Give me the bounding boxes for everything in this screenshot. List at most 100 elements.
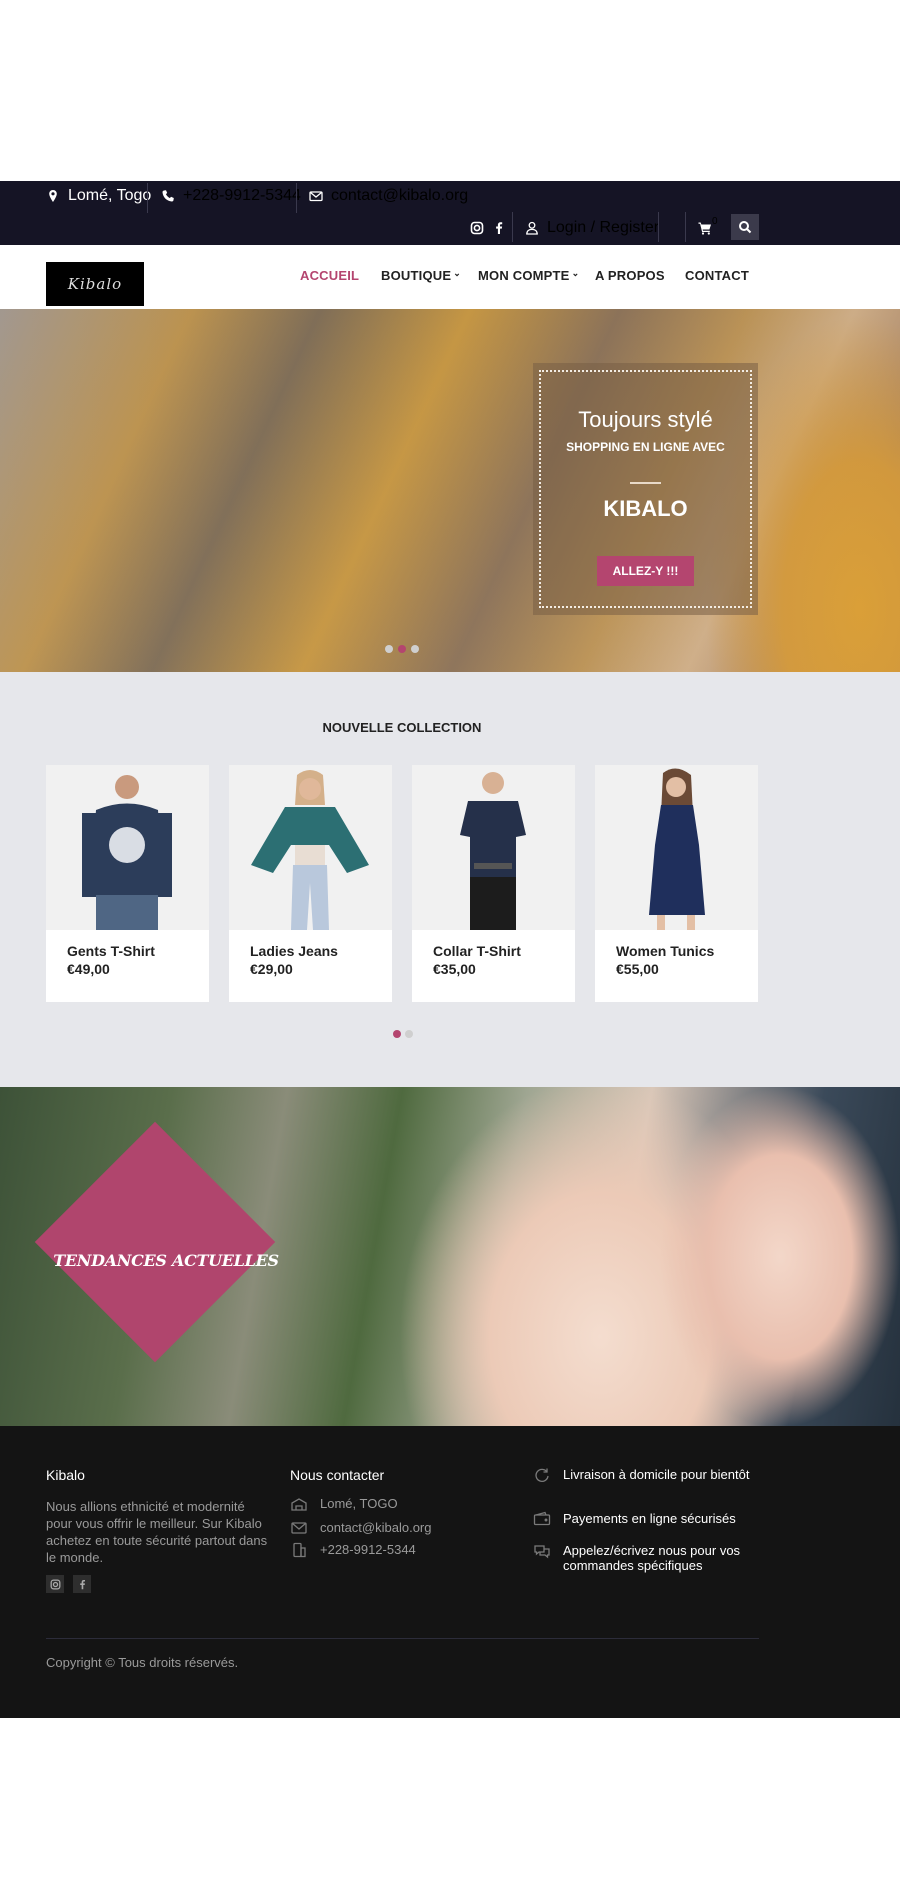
footer-email[interactable]: contact@kibalo.org: [290, 1520, 431, 1536]
carousel-dot-active[interactable]: [393, 1030, 401, 1038]
feature-delivery-text: Livraison à domicile pour bientôt: [563, 1467, 750, 1482]
site-logo[interactable]: Kibalo: [46, 262, 144, 306]
cart-icon: [698, 222, 711, 235]
email-text: contact@kibalo.org: [331, 187, 469, 204]
divider: [147, 183, 148, 213]
feature-payment-text: Payements en ligne sécurisés: [563, 1511, 736, 1526]
product-photo-ladies-jeans: [251, 770, 369, 930]
user-icon: [526, 221, 538, 235]
product-photo-collar-tshirt: [460, 772, 526, 930]
footer-instagram-link[interactable]: [46, 1575, 64, 1593]
product-name[interactable]: Women Tunics: [616, 943, 714, 959]
mobile-phone-icon: [293, 1542, 306, 1558]
product-image[interactable]: [412, 765, 575, 930]
feature-contact: Appelez/écrivez nous pour vos commandes …: [533, 1543, 773, 1573]
envelope-icon: [309, 191, 323, 202]
divider: [658, 212, 659, 242]
product-card[interactable]: Women Tunics €55,00: [595, 765, 758, 1002]
hero-title: Toujours stylé: [578, 407, 713, 432]
product-card[interactable]: Collar T-Shirt €35,00: [412, 765, 575, 1002]
wallet-icon: [533, 1511, 551, 1526]
hero-subtitle: SHOPPING EN LIGNE AVEC: [566, 440, 725, 454]
collection-title: NOUVELLE COLLECTION: [322, 720, 482, 735]
chevron-down-icon: ⌄: [453, 268, 461, 278]
nav-label: MON COMPTE: [478, 268, 570, 283]
footer-about-text: Nous allions ethnicité et modernité pour…: [46, 1499, 268, 1565]
slider-dot[interactable]: [411, 645, 419, 653]
product-image[interactable]: [595, 765, 758, 930]
nav-item-mon-compte[interactable]: MON COMPTE ⌄: [478, 268, 579, 283]
email-info[interactable]: contact@kibalo.org: [309, 184, 468, 208]
product-card[interactable]: Ladies Jeans €29,00: [229, 765, 392, 1002]
nav-label: A PROPOS: [595, 268, 665, 283]
product-image[interactable]: [229, 765, 392, 930]
hero-cta-button[interactable]: ALLEZ-Y !!!: [597, 556, 694, 586]
phone-text: +228-9912-5344: [183, 187, 301, 204]
nav-item-a-propos[interactable]: A PROPOS: [595, 268, 665, 283]
carousel-dot[interactable]: [405, 1030, 413, 1038]
envelope-icon: [291, 1522, 307, 1534]
copyright-text: Copyright © Tous droits réservés.: [46, 1655, 239, 1670]
slider-dot-active[interactable]: [398, 645, 406, 653]
location-text: Lomé, Togo: [68, 187, 152, 204]
divider: [512, 212, 513, 242]
cart-button[interactable]: 0: [698, 216, 718, 241]
hero-promo-box: Toujours stylé SHOPPING EN LIGNE AVEC KI…: [533, 363, 758, 615]
nav-item-boutique[interactable]: BOUTIQUE ⌄: [381, 268, 461, 283]
hero-brand: KIBALO: [603, 496, 688, 521]
product-price: €35,00: [433, 961, 476, 977]
product-card[interactable]: Gents T-Shirt €49,00: [46, 765, 209, 1002]
cart-count: 0: [712, 216, 718, 227]
footer-about-title: Kibalo: [46, 1467, 85, 1483]
product-photo-gents-tshirt: [82, 775, 172, 930]
facebook-icon: [79, 1579, 85, 1589]
login-register-link[interactable]: Login / Register: [525, 216, 659, 240]
social-links: [470, 216, 506, 240]
nav-item-accueil[interactable]: ACCUEIL: [300, 268, 359, 283]
logo-text: Kibalo: [67, 275, 123, 293]
nav-label: ACCUEIL: [300, 268, 360, 283]
product-name[interactable]: Collar T-Shirt: [433, 943, 521, 959]
footer-divider: [46, 1638, 759, 1639]
product-price: €55,00: [616, 961, 659, 977]
product-name[interactable]: Ladies Jeans: [250, 943, 338, 959]
hero-divider: [630, 482, 661, 484]
product-price: €29,00: [250, 961, 293, 977]
search-icon: [739, 221, 752, 234]
page: Lomé, Togo +228-9912-5344 contact@kibalo…: [0, 0, 900, 1900]
instagram-icon[interactable]: [470, 221, 484, 235]
hero-banner: [0, 309, 900, 672]
product-image[interactable]: [46, 765, 209, 930]
footer-contact-title: Nous contacter: [290, 1467, 385, 1483]
footer-facebook-link[interactable]: [73, 1575, 91, 1593]
nav-item-contact[interactable]: CONTACT: [685, 268, 749, 283]
location-info: Lomé, Togo: [46, 184, 151, 208]
product-price: €49,00: [67, 961, 110, 977]
login-register-label: Login / Register: [547, 219, 660, 236]
map-marker-icon: [49, 190, 57, 202]
refresh-icon: [535, 1468, 549, 1482]
footer-phone[interactable]: +228-9912-5344: [290, 1542, 416, 1558]
phone-icon: [162, 190, 174, 202]
phone-info[interactable]: +228-9912-5344: [161, 184, 301, 208]
footer-address: Lomé, TOGO: [290, 1496, 398, 1512]
footer-email-text: contact@kibalo.org: [320, 1520, 432, 1535]
trends-label[interactable]: TENDANCES ACTUELLES: [46, 1251, 286, 1270]
divider: [296, 183, 297, 213]
product-name[interactable]: Gents T-Shirt: [67, 943, 155, 959]
divider: [685, 212, 686, 242]
feature-contact-text: Appelez/écrivez nous pour vos commandes …: [563, 1543, 741, 1573]
chevron-down-icon: ⌄: [571, 268, 580, 278]
feature-payment: Payements en ligne sécurisés: [533, 1511, 773, 1527]
footer-address-text: Lomé, TOGO: [320, 1496, 398, 1511]
footer-phone-text: +228-9912-5344: [320, 1542, 416, 1557]
nav-label: CONTACT: [685, 268, 749, 283]
search-button[interactable]: [731, 214, 759, 240]
product-photo-women-tunics: [649, 768, 705, 930]
hero-image: [0, 309, 900, 672]
chat-bubbles-icon: [534, 1545, 550, 1559]
slider-dot[interactable]: [385, 645, 393, 653]
nav-label: BOUTIQUE: [381, 268, 452, 283]
facebook-icon[interactable]: [492, 221, 506, 235]
building-icon: [291, 1498, 307, 1511]
